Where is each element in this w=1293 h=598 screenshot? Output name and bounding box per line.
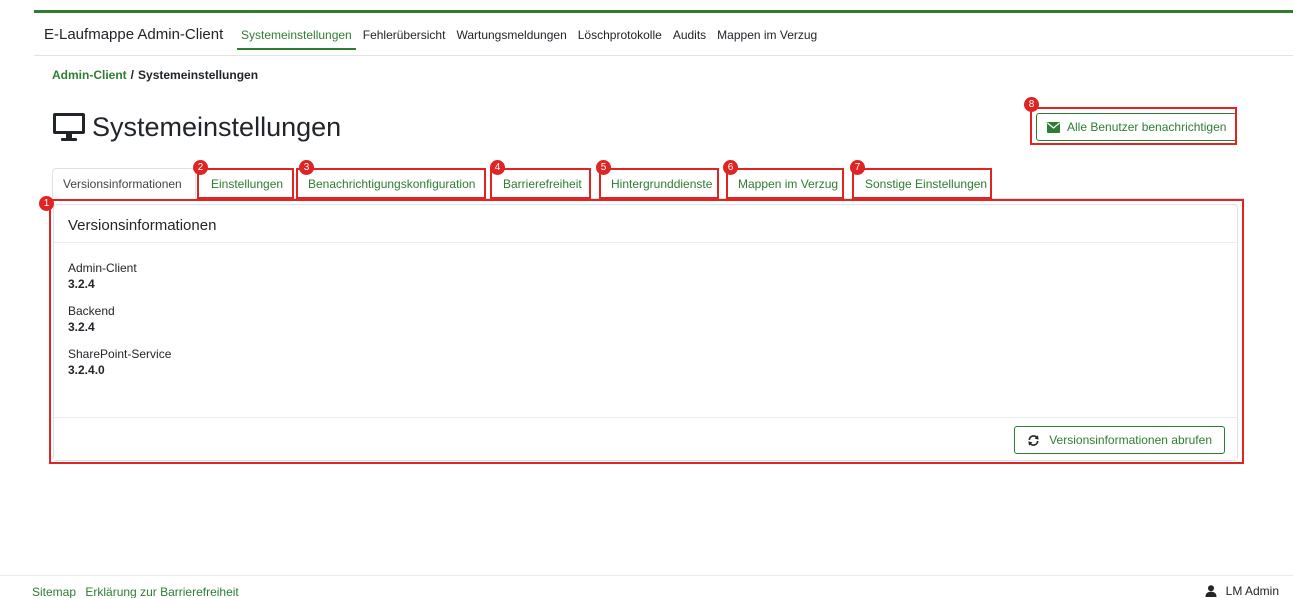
tab-sonstige-einstellungen[interactable]: Sonstige Einstellungen	[855, 168, 997, 199]
annotation-badge-2: 2	[193, 160, 208, 175]
version-item-sharepoint-service: SharePoint-Service 3.2.4.0	[68, 347, 1223, 378]
top-navbar: E-Laufmappe Admin-Client Systemeinstellu…	[34, 13, 1293, 56]
nav-audits[interactable]: Audits	[669, 22, 710, 50]
nav-mappen-im-verzug[interactable]: Mappen im Verzug	[713, 22, 821, 50]
version-info-card: Versionsinformationen Admin-Client 3.2.4…	[53, 204, 1238, 461]
tab-mappen-im-verzug[interactable]: Mappen im Verzug	[728, 168, 848, 199]
tab-barrierefreiheit[interactable]: Barrierefreiheit	[493, 168, 592, 199]
version-label: SharePoint-Service	[68, 347, 172, 361]
page-title: Systemeinstellungen	[92, 111, 342, 142]
version-value: 3.2.4.0	[68, 363, 105, 377]
page-header: Systemeinstellungen	[52, 110, 341, 144]
footer-links: Sitemap Erklärung zur Barrierefreiheit	[32, 585, 245, 598]
tab-label: Benachrichtigungskonfiguration	[308, 176, 476, 191]
version-list: Admin-Client 3.2.4 Backend 3.2.4 SharePo…	[54, 243, 1237, 378]
tab-label: Versionsinformationen	[63, 176, 182, 191]
breadcrumb-root[interactable]: Admin-Client	[52, 68, 127, 82]
tab-label: Barrierefreiheit	[503, 176, 582, 191]
annotation-badge-7: 7	[850, 160, 865, 175]
annotation-badge-6: 6	[723, 160, 738, 175]
annotation-badge-1: 1	[39, 196, 54, 211]
nav-wartungsmeldungen[interactable]: Wartungsmeldungen	[452, 22, 570, 50]
annotation-badge-8: 8	[1024, 97, 1039, 112]
card-title: Versionsinformationen	[54, 205, 1237, 243]
tab-benachrichtigungskonfiguration[interactable]: Benachrichtigungskonfiguration	[298, 168, 485, 199]
card-footer: Versionsinformationen abrufen	[54, 417, 1237, 460]
envelope-icon	[1047, 121, 1060, 133]
page-footer: Sitemap Erklärung zur Barrierefreiheit L…	[0, 575, 1293, 598]
tab-label: Mappen im Verzug	[738, 176, 839, 191]
footer-link-sitemap[interactable]: Sitemap	[32, 585, 76, 598]
breadcrumb-current: Systemeinstellungen	[138, 68, 259, 82]
refresh-icon	[1028, 434, 1039, 446]
nav-loeschprotokolle[interactable]: Löschprotokolle	[574, 22, 666, 50]
main-nav: Systemeinstellungen Fehlerübersicht Wart…	[237, 22, 824, 50]
breadcrumb-separator: /	[130, 68, 135, 82]
app-brand[interactable]: E-Laufmappe Admin-Client	[44, 26, 223, 43]
tab-versionsinformationen[interactable]: Versionsinformationen	[52, 168, 196, 199]
annotation-badge-5: 5	[596, 160, 611, 175]
tab-hintergrunddienste[interactable]: Hintergrunddienste	[601, 168, 722, 199]
version-value: 3.2.4	[68, 320, 95, 334]
tab-label: Einstellungen	[211, 176, 284, 191]
fetch-version-info-label: Versionsinformationen abrufen	[1049, 433, 1212, 447]
footer-link-accessibility-statement[interactable]: Erklärung zur Barrierefreiheit	[85, 585, 238, 598]
user-name: LM Admin	[1225, 584, 1279, 598]
version-value: 3.2.4	[68, 277, 95, 291]
notify-all-users-label: Alle Benutzer benachrichtigen	[1067, 120, 1227, 134]
fetch-version-info-button[interactable]: Versionsinformationen abrufen	[1014, 426, 1225, 454]
version-item-admin-client: Admin-Client 3.2.4	[68, 261, 1223, 292]
nav-fehleruebersicht[interactable]: Fehlerübersicht	[359, 22, 450, 50]
version-item-backend: Backend 3.2.4	[68, 304, 1223, 335]
tab-label: Hintergrunddienste	[611, 176, 713, 191]
user-menu[interactable]: LM Admin	[1205, 584, 1279, 598]
version-label: Backend	[68, 304, 115, 318]
user-icon	[1205, 585, 1217, 597]
annotation-badge-3: 3	[299, 160, 314, 175]
version-label: Admin-Client	[68, 261, 137, 275]
annotation-badge-4: 4	[490, 160, 505, 175]
notify-all-users-button[interactable]: Alle Benutzer benachrichtigen	[1036, 113, 1238, 141]
nav-systemeinstellungen[interactable]: Systemeinstellungen	[237, 22, 356, 50]
tab-label: Sonstige Einstellungen	[865, 176, 988, 191]
settings-tabs: Versionsinformationen Einstellungen Bena…	[52, 168, 1244, 199]
monitor-icon	[53, 113, 85, 141]
tab-einstellungen[interactable]: Einstellungen	[201, 168, 293, 199]
breadcrumb: Admin-Client / Systemeinstellungen	[52, 68, 258, 82]
